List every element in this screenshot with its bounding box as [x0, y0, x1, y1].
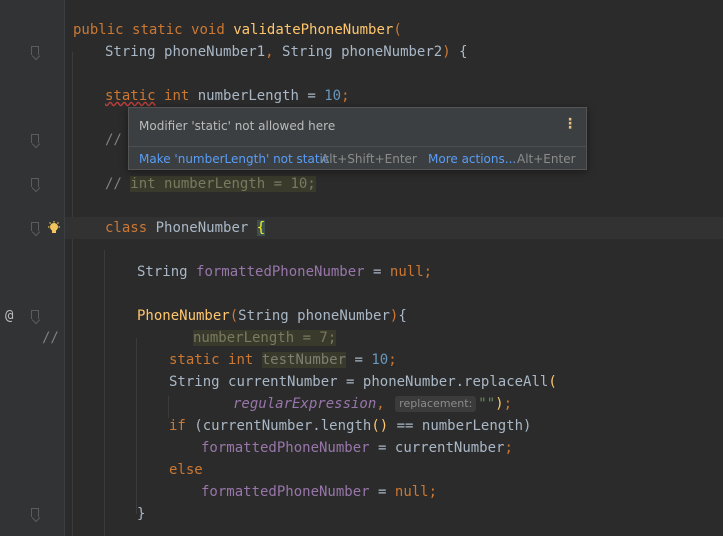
parameter-hint: replacement: — [395, 396, 477, 412]
fold-marker-icon[interactable] — [31, 222, 39, 231]
keyword: null — [394, 484, 429, 500]
type: String — [238, 308, 289, 324]
keyword: static — [132, 22, 183, 38]
unused-variable: testNumber — [261, 352, 347, 368]
operator: = — [354, 352, 363, 368]
semicolon: ; — [388, 352, 397, 368]
code-line[interactable]: // int numberLength = 10; — [0, 173, 723, 195]
method-name: validatePhoneNumber — [233, 22, 394, 38]
comment: // — [105, 176, 122, 192]
class-name: PhoneNumber — [155, 220, 249, 236]
semicolon: ; — [503, 396, 513, 412]
semicolon: ; — [423, 264, 433, 280]
field: formattedPhoneNumber — [201, 484, 370, 500]
paren: () — [371, 418, 389, 434]
semicolon: ; — [504, 440, 513, 456]
brace: } — [137, 506, 146, 522]
type: String — [169, 374, 220, 390]
keyword: class — [105, 220, 148, 236]
more-actions-link[interactable]: More actions... — [428, 152, 516, 166]
field: formattedPhoneNumber — [196, 264, 365, 280]
code-line[interactable]: formattedPhoneNumber = null; — [0, 481, 723, 503]
comma: , — [376, 396, 385, 412]
type: String — [137, 264, 188, 280]
code-line[interactable]: static int testNumber = 10; — [0, 349, 723, 371]
param-placeholder: regularExpression — [233, 396, 377, 412]
code-line[interactable]: public static void validatePhoneNumber( — [0, 19, 723, 41]
param: phoneNumber — [297, 308, 390, 324]
keyword: void — [191, 22, 225, 38]
code-line[interactable]: } — [0, 503, 723, 525]
paren: ( — [393, 22, 402, 38]
comment: // — [105, 132, 122, 148]
paren: ) — [495, 396, 504, 412]
commented-code: numberLength = 7; — [193, 330, 337, 346]
keyword: if — [169, 418, 186, 434]
quick-fix-shortcut: Alt+Shift+Enter — [321, 152, 417, 166]
code-line[interactable]: else — [0, 459, 723, 481]
operator: = — [307, 88, 316, 104]
variable: numberLength — [197, 88, 299, 104]
expression: (currentNumber.length — [194, 418, 372, 434]
code-line-current[interactable]: class PhoneNumber { — [65, 217, 723, 239]
method-call: phoneNumber.replaceAll — [362, 374, 549, 390]
code-line[interactable]: PhoneNumber(String phoneNumber){ — [0, 305, 723, 327]
code-line[interactable]: if (currentNumber.length() == numberLeng… — [0, 415, 723, 437]
brace: { — [459, 44, 468, 60]
code-line[interactable]: String phoneNumber1, String phoneNumber2… — [0, 41, 723, 63]
string: "" — [478, 396, 496, 412]
error-tooltip-popup: Modifier 'static' not allowed here ⋮ Mak… — [128, 107, 587, 170]
semicolon: ; — [341, 88, 350, 104]
code-line[interactable]: regularExpression, replacement: ""); — [0, 393, 723, 415]
field: formattedPhoneNumber — [201, 440, 370, 456]
operator: = — [378, 440, 387, 456]
operator: = — [373, 264, 382, 280]
keyword: public — [73, 22, 124, 38]
error-keyword[interactable]: static — [105, 88, 156, 104]
number: 10 — [324, 88, 342, 104]
paren: ( — [229, 308, 239, 324]
constructor-name: PhoneNumber — [137, 308, 230, 324]
type: String — [282, 44, 333, 60]
paren: ( — [548, 374, 557, 390]
operator: = — [378, 484, 387, 500]
more-options-icon[interactable]: ⋮ — [563, 116, 577, 132]
more-actions-shortcut: Alt+Enter — [517, 152, 576, 166]
paren: ) — [442, 44, 451, 60]
code-line[interactable]: static int numberLength = 10; — [0, 85, 723, 107]
code-line[interactable]: numberLength = 7; — [0, 327, 723, 349]
error-message: Modifier 'static' not allowed here — [139, 119, 336, 133]
code-line[interactable]: formattedPhoneNumber = currentNumber; — [0, 437, 723, 459]
semicolon: ; — [428, 484, 438, 500]
quick-fix-action-link[interactable]: Make 'numberLength' not static — [139, 152, 329, 166]
keyword: int — [164, 88, 190, 104]
param: phoneNumber1 — [164, 44, 266, 60]
divider — [129, 146, 586, 147]
brace: { — [398, 308, 407, 324]
keyword: int — [228, 352, 254, 368]
keyword: static — [169, 352, 220, 368]
expression: == numberLength) — [396, 418, 532, 434]
commented-code: int numberLength = 10; — [130, 176, 316, 192]
lightbulb-icon[interactable] — [47, 221, 61, 235]
code-line[interactable]: String currentNumber = phoneNumber.repla… — [0, 371, 723, 393]
comma: , — [265, 44, 274, 60]
type: String — [105, 44, 156, 60]
param: phoneNumber2 — [341, 44, 443, 60]
variable: currentNumber — [228, 374, 338, 390]
keyword: null — [389, 264, 424, 280]
code-line[interactable]: String formattedPhoneNumber = null; — [0, 261, 723, 283]
brace-match: { — [256, 220, 266, 236]
keyword: else — [169, 462, 203, 478]
number: 10 — [371, 352, 389, 368]
operator: = — [346, 374, 355, 390]
variable: currentNumber — [394, 440, 505, 456]
